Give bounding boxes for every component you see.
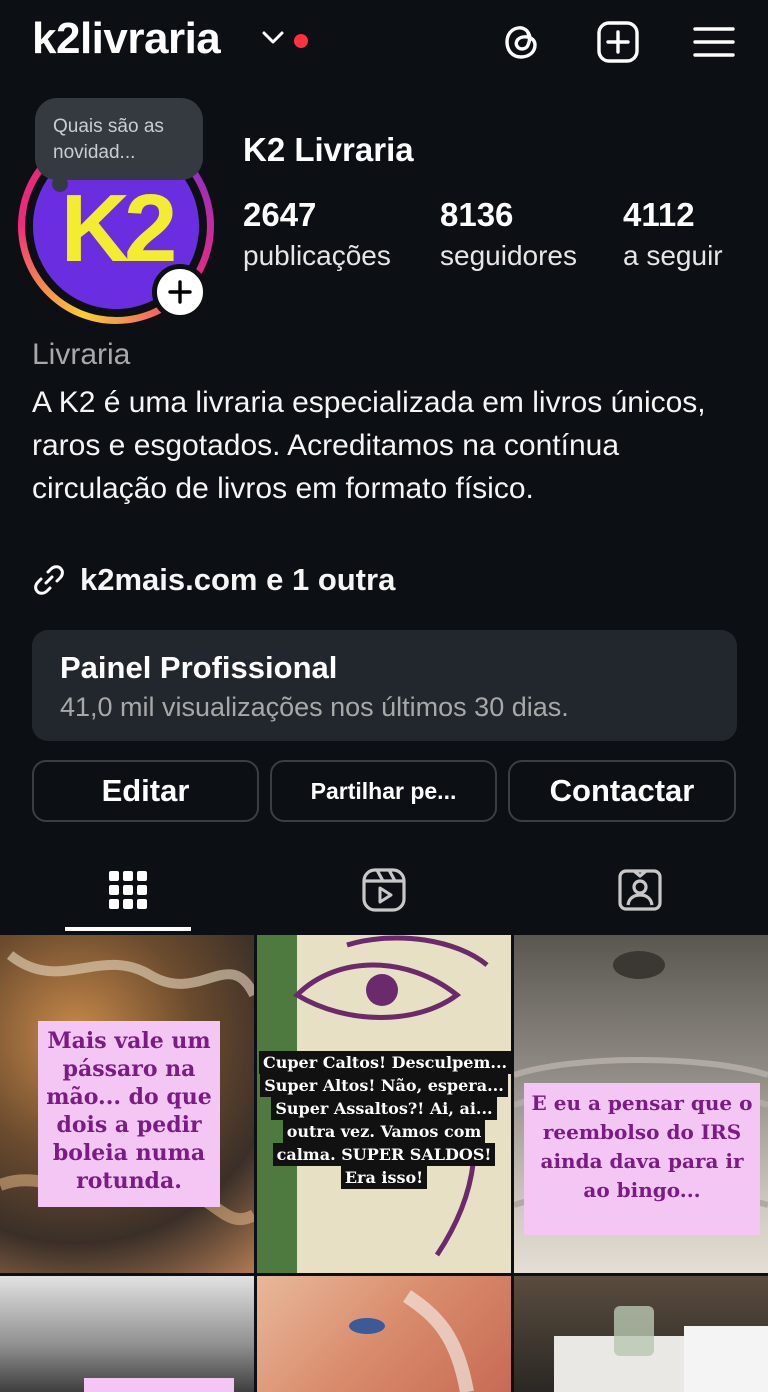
post-caption: E eu a pensar que o reembolso do IRS ain… (524, 1083, 760, 1235)
profile-bio: A K2 é uma livraria especializada em liv… (32, 386, 706, 505)
display-name: K2 Livraria (243, 131, 414, 168)
stat-followers[interactable]: 8136 seguidores (440, 196, 577, 272)
stat-following-label: a seguir (623, 240, 723, 271)
dashboard-title: Painel Profissional (60, 650, 338, 685)
note-bubble-tail (52, 176, 68, 192)
tab-reels[interactable] (256, 846, 512, 934)
menu-icon[interactable] (692, 20, 736, 64)
stat-posts-count: 2647 (243, 196, 317, 233)
edit-profile-button[interactable]: Editar (32, 760, 259, 822)
note-text: Quais são as novidad... (53, 116, 164, 163)
reels-icon (362, 868, 406, 912)
post-thumbnail[interactable] (0, 1276, 254, 1392)
tab-tagged[interactable] (512, 846, 768, 934)
top-bar: k2livraria (0, 0, 768, 84)
notification-dot (294, 34, 308, 48)
post-thumbnail[interactable] (514, 1276, 768, 1392)
profile-category: Livraria (32, 338, 131, 371)
share-profile-button[interactable]: Partilhar pe... (270, 760, 497, 822)
post-caption: Cuper Caltos! Desculpem... Super Altos! … (259, 1051, 511, 1189)
post-thumbnail[interactable]: Mais vale um pássaro na mão... do que do… (0, 935, 254, 1273)
username-switcher[interactable]: k2livraria (32, 14, 221, 64)
stat-posts[interactable]: 2647 publicações (243, 196, 391, 272)
profile-link-text: k2mais.com e 1 outra (80, 562, 396, 597)
stat-posts-label: publicações (243, 240, 391, 271)
note-bubble[interactable]: Quais são as novidad... (35, 98, 203, 180)
stat-following-count: 4112 (623, 196, 695, 233)
add-story-button[interactable] (152, 264, 208, 320)
contact-button[interactable]: Contactar (508, 760, 736, 822)
professional-dashboard[interactable]: Painel Profissional 41,0 mil visualizaçõ… (32, 630, 737, 741)
grid-icon (109, 871, 147, 909)
post-thumbnail[interactable]: Cuper Caltos! Desculpem... Super Altos! … (257, 935, 511, 1273)
tab-posts-grid[interactable] (0, 846, 256, 934)
post-thumbnail[interactable] (257, 1276, 511, 1392)
post-caption: Mais vale um pássaro na mão... do que do… (38, 1021, 220, 1207)
active-tab-indicator (65, 927, 191, 931)
create-post-icon[interactable] (596, 20, 640, 64)
threads-icon[interactable] (500, 20, 544, 64)
chevron-down-icon[interactable] (262, 30, 284, 51)
dashboard-subtitle: 41,0 mil visualizações nos últimos 30 di… (60, 692, 569, 722)
profile-link[interactable]: k2mais.com e 1 outra (32, 562, 395, 598)
post-caption-box (84, 1378, 234, 1392)
post-thumbnail[interactable]: E eu a pensar que o reembolso do IRS ain… (514, 935, 768, 1273)
stat-following[interactable]: 4112 a seguir (623, 196, 723, 272)
avatar-logo-text: K2 (61, 175, 174, 282)
stat-followers-count: 8136 (440, 196, 514, 233)
stat-followers-label: seguidores (440, 240, 577, 271)
link-icon (34, 565, 64, 595)
profile-tabs (0, 846, 768, 934)
tagged-icon (618, 869, 662, 911)
